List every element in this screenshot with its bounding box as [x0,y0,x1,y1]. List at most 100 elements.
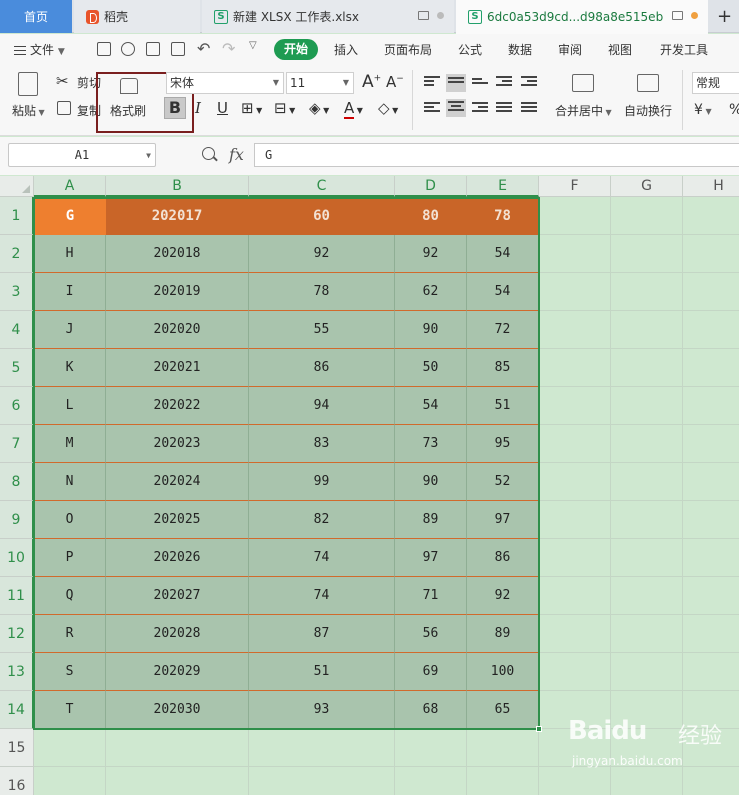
cell-a13[interactable]: S [34,653,106,691]
tab-home[interactable]: 首页 [0,0,72,33]
cell-d1[interactable]: 80 [395,197,467,235]
row-header-15[interactable]: 15 [0,729,34,767]
cell-g11[interactable] [611,577,683,615]
align-center-icon[interactable] [446,99,466,117]
row-header-2[interactable]: 2 [0,235,34,273]
select-all-corner[interactable] [0,176,34,197]
cell-c8[interactable]: 99 [249,463,395,501]
cell-h2[interactable] [683,235,739,273]
align-right-icon[interactable] [472,102,488,114]
close-dot-icon[interactable] [437,12,444,19]
column-header-c[interactable]: C [249,176,395,197]
name-box[interactable]: A1 ▼ [8,143,156,167]
cell-a4[interactable]: J [34,311,106,349]
cell-h12[interactable] [683,615,739,653]
clear-format-button[interactable]: ◇ ▼ [378,99,398,117]
cell-e15[interactable] [467,729,539,767]
cell-g6[interactable] [611,387,683,425]
cell-d2[interactable]: 92 [395,235,467,273]
cell-h15[interactable] [683,729,739,767]
cell-h11[interactable] [683,577,739,615]
cell-g15[interactable] [611,729,683,767]
monitor-icon[interactable] [672,11,683,20]
cell-e13[interactable]: 100 [467,653,539,691]
cell-h5[interactable] [683,349,739,387]
cell-g3[interactable] [611,273,683,311]
cell-b15[interactable] [106,729,249,767]
cell-d14[interactable]: 68 [395,691,467,729]
italic-button[interactable]: I [195,99,201,117]
column-header-b[interactable]: B [106,176,249,197]
align-top-icon[interactable] [424,76,440,88]
paste-button[interactable]: 粘贴 ▼ [12,102,45,119]
redo-icon[interactable]: ↷ [222,39,235,58]
menu-formulas[interactable]: 公式 [458,41,482,58]
cell-b8[interactable]: 202024 [106,463,249,501]
percent-button[interactable]: % [729,102,739,118]
cell-g14[interactable] [611,691,683,729]
cell-e11[interactable]: 92 [467,577,539,615]
font-name-select[interactable]: 宋体 ▼ [166,72,284,94]
bold-button[interactable]: B [164,97,186,119]
justify-icon[interactable] [496,102,512,114]
cell-f1[interactable] [539,197,611,235]
column-header-h[interactable]: H [683,176,739,197]
number-format-select[interactable]: 常规 [692,72,739,94]
cell-g7[interactable] [611,425,683,463]
cell-a10[interactable]: P [34,539,106,577]
row-header-4[interactable]: 4 [0,311,34,349]
cell-h14[interactable] [683,691,739,729]
cell-d16[interactable] [395,767,467,795]
cell-f9[interactable] [539,501,611,539]
cell-f6[interactable] [539,387,611,425]
cell-e8[interactable]: 52 [467,463,539,501]
wrap-text-button[interactable]: 自动换行 [624,102,672,119]
cell-b1[interactable]: 202017 [106,197,249,235]
row-header-9[interactable]: 9 [0,501,34,539]
formula-input[interactable]: G [254,143,739,167]
cell-e5[interactable]: 85 [467,349,539,387]
cell-c15[interactable] [249,729,395,767]
cell-style-button[interactable]: ⊟ ▼ [274,99,295,117]
cell-c5[interactable]: 86 [249,349,395,387]
column-header-e[interactable]: E [467,176,539,197]
quick-access-more-icon[interactable]: ▽ [249,40,257,51]
cell-a1[interactable]: G [34,197,106,235]
cell-d6[interactable]: 54 [395,387,467,425]
cell-d10[interactable]: 97 [395,539,467,577]
align-bottom-icon[interactable] [472,78,488,90]
column-header-g[interactable]: G [611,176,683,197]
cell-h6[interactable] [683,387,739,425]
indent-increase-icon[interactable] [521,76,537,88]
cell-h4[interactable] [683,311,739,349]
distributed-icon[interactable] [521,102,537,114]
cell-d3[interactable]: 62 [395,273,467,311]
cell-e6[interactable]: 51 [467,387,539,425]
cell-e12[interactable]: 89 [467,615,539,653]
cell-a14[interactable]: T [34,691,106,729]
print-preview-icon[interactable] [171,42,185,56]
fx-icon[interactable]: fx [229,145,244,164]
cell-f10[interactable] [539,539,611,577]
menu-view[interactable]: 视图 [608,41,632,58]
cell-b4[interactable]: 202020 [106,311,249,349]
cell-c1[interactable]: 60 [249,197,395,235]
cell-c12[interactable]: 87 [249,615,395,653]
merge-center-button[interactable]: 合并居中 ▼ [555,102,612,119]
column-header-a[interactable]: A [34,176,106,197]
row-header-16[interactable]: 16 [0,767,34,795]
cell-c7[interactable]: 83 [249,425,395,463]
cell-c11[interactable]: 74 [249,577,395,615]
row-header-10[interactable]: 10 [0,539,34,577]
cell-a9[interactable]: O [34,501,106,539]
row-header-6[interactable]: 6 [0,387,34,425]
cell-g8[interactable] [611,463,683,501]
cell-b11[interactable]: 202027 [106,577,249,615]
cell-f11[interactable] [539,577,611,615]
cell-c6[interactable]: 94 [249,387,395,425]
cell-f8[interactable] [539,463,611,501]
cell-g13[interactable] [611,653,683,691]
cell-a15[interactable] [34,729,106,767]
cell-d11[interactable]: 71 [395,577,467,615]
cell-c3[interactable]: 78 [249,273,395,311]
